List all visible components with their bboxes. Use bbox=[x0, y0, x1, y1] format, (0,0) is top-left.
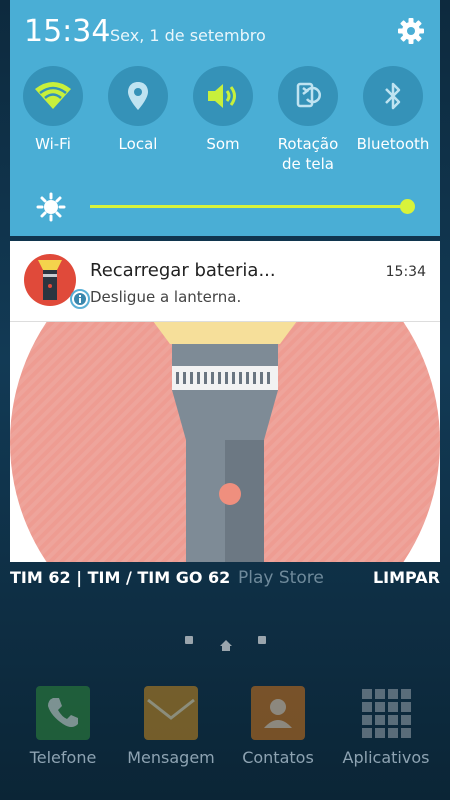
toggle-bluetooth-label: Bluetooth bbox=[356, 135, 430, 153]
brightness-slider-knob[interactable] bbox=[400, 199, 415, 214]
clear-notifications-button[interactable]: LIMPAR bbox=[373, 568, 440, 587]
quick-settings-panel: 15:34 Sex, 1 de setembro Wi-Fi Local Som… bbox=[10, 0, 440, 236]
location-icon bbox=[108, 66, 168, 126]
rotation-icon bbox=[278, 66, 338, 126]
status-date: Sex, 1 de setembro bbox=[110, 26, 266, 45]
apps-grid-icon bbox=[359, 686, 413, 740]
toggle-sound[interactable]: Som bbox=[183, 66, 263, 154]
settings-gear-icon[interactable] bbox=[396, 16, 426, 46]
page-indicator bbox=[183, 633, 273, 651]
dock-apps[interactable]: Aplicativos bbox=[336, 686, 436, 767]
toggle-rotation-label-line1: Rotação bbox=[277, 135, 339, 153]
dock-phone-label: Telefone bbox=[29, 748, 97, 767]
notification-text: Desligue a lanterna. bbox=[90, 288, 242, 306]
brightness-slider-track[interactable] bbox=[90, 205, 406, 208]
dock-apps-label: Aplicativos bbox=[342, 748, 430, 767]
dock-message-label: Mensagem bbox=[127, 748, 215, 767]
phone-icon bbox=[36, 686, 90, 740]
toggle-wifi[interactable]: Wi-Fi bbox=[13, 66, 93, 154]
bluetooth-icon bbox=[363, 66, 423, 126]
toggle-location[interactable]: Local bbox=[98, 66, 178, 154]
notification-big-picture bbox=[10, 322, 440, 562]
dock-message[interactable]: Mensagem bbox=[121, 686, 221, 767]
page-dot bbox=[185, 636, 193, 644]
brightness-icon bbox=[36, 192, 66, 222]
carrier-label: TIM 62 | TIM / TIM GO 62 bbox=[10, 568, 231, 587]
dock-contacts[interactable]: Contatos bbox=[228, 686, 328, 767]
toggle-sound-label: Som bbox=[206, 135, 240, 153]
toggle-rotation[interactable]: Rotação de tela bbox=[268, 66, 348, 174]
home-page-icon bbox=[220, 636, 232, 651]
page-dot bbox=[258, 636, 266, 644]
notification-card[interactable]: Recarregar bateria... Desligue a lantern… bbox=[10, 241, 440, 322]
sound-icon bbox=[193, 66, 253, 126]
notification-title: Recarregar bateria... bbox=[90, 260, 276, 281]
contacts-icon bbox=[251, 686, 305, 740]
status-clock: 15:34 bbox=[24, 14, 111, 49]
flashlight-app-icon bbox=[24, 254, 76, 306]
info-badge-icon bbox=[70, 289, 90, 309]
toggle-wifi-label: Wi-Fi bbox=[35, 135, 71, 153]
wifi-icon bbox=[23, 66, 83, 126]
toggle-location-label: Local bbox=[118, 135, 158, 153]
dock-contacts-label: Contatos bbox=[242, 748, 314, 767]
background-app-label: Play Store bbox=[238, 568, 324, 588]
message-icon bbox=[144, 686, 198, 740]
toggle-rotation-label-line2: de tela bbox=[282, 155, 334, 173]
notification-time: 15:34 bbox=[385, 264, 426, 280]
dock-phone[interactable]: Telefone bbox=[13, 686, 113, 767]
toggle-rotation-label: Rotação de tela bbox=[268, 134, 348, 174]
toggle-bluetooth[interactable]: Bluetooth bbox=[353, 66, 433, 154]
